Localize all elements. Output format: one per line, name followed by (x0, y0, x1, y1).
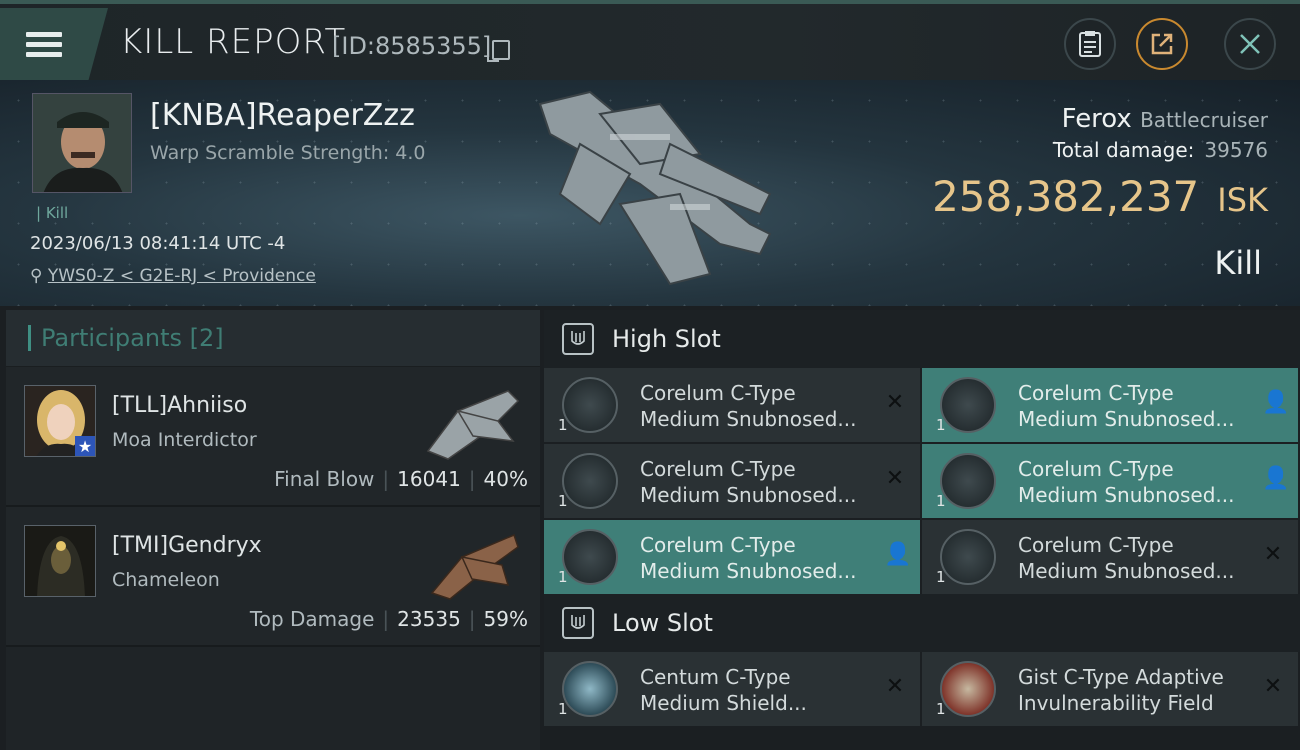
participant-row[interactable]: ★ [TLL]Ahniiso Moa Interdictor Final Blo… (6, 367, 540, 507)
x-icon: ✕ (1263, 542, 1283, 567)
module-slot[interactable]: 1 Corelum C-Type Medium Snubnosed... ✕ (922, 520, 1298, 594)
share-icon (1151, 33, 1173, 55)
module-slot[interactable]: 1 Corelum C-Type Medium Snubnosed... 👤 (544, 520, 920, 594)
victim-ship-image (538, 90, 772, 286)
module-icon (940, 453, 996, 509)
x-icon: ✕ (885, 466, 905, 491)
participant-ship: Chameleon (112, 569, 220, 591)
module-slot[interactable]: 1 Gist C-Type Adaptive Invulnerability Fi… (922, 652, 1298, 726)
result-label: Kill (1214, 244, 1262, 282)
module-quantity: 1 (936, 416, 946, 434)
module-quantity: 1 (558, 492, 568, 510)
module-name: Corelum C-Type Medium Snubnosed... (1018, 533, 1235, 583)
module-quantity: 1 (936, 568, 946, 586)
participant-ship: Moa Interdictor (112, 429, 257, 451)
high-slot-icon (562, 323, 594, 355)
close-icon (1240, 34, 1260, 54)
module-slot[interactable]: 1 Corelum C-Type Medium Snubnosed... ✕ (544, 444, 920, 518)
share-button[interactable] (1136, 18, 1188, 70)
module-slot[interactable]: 1 Corelum C-Type Medium Snubnosed... 👤 (922, 368, 1298, 442)
module-name: Centum C-Type Medium Shield... (640, 665, 807, 715)
participant-stats: Final Blow | 16041 | 40% (274, 467, 528, 491)
participant-stats: Top Damage | 23535 | 59% (249, 607, 528, 631)
close-button[interactable] (1224, 18, 1276, 70)
module-slot[interactable]: 1 Corelum C-Type Medium Snubnosed... 👤 (922, 444, 1298, 518)
x-icon: ✕ (885, 674, 905, 699)
fitting-panel: High Slot 1 Corelum C-Type Medium Snubnos… (544, 310, 1300, 750)
avatar[interactable]: ★ (24, 385, 96, 457)
participant-name: [TMI]Gendryx (112, 533, 262, 558)
module-name: Gist C-Type Adaptive Invulnerability Fiel… (1018, 665, 1224, 715)
page-title: KILL REPORT (120, 22, 347, 62)
kill-location[interactable]: ⚲ YWS0-Z < G2E-RJ < Providence (30, 266, 316, 286)
victim-portrait[interactable] (32, 93, 132, 193)
top-bar: KILL REPORT [ID:8585355] (0, 0, 1300, 80)
warp-scramble-strength: Warp Scramble Strength: 4.0 (150, 142, 426, 164)
module-slot[interactable]: 1 Centum C-Type Medium Shield... ✕ (544, 652, 920, 726)
person-icon: 👤 (1262, 466, 1290, 491)
module-quantity: 1 (936, 492, 946, 510)
module-quantity: 1 (558, 416, 568, 434)
high-slot-header: High Slot (544, 310, 1300, 368)
module-quantity: 1 (558, 568, 568, 586)
copy-icon[interactable] (487, 40, 510, 62)
shield-module-icon (562, 661, 618, 717)
module-icon (940, 377, 996, 433)
kill-datetime: 2023/06/13 08:41:14 UTC -4 (30, 233, 286, 254)
menu-button[interactable] (0, 8, 108, 80)
participant-ship-image (430, 533, 519, 600)
low-slot-header: Low Slot (544, 594, 1300, 652)
victim-ship: Ferox Battlecruiser (1061, 104, 1268, 134)
kill-tag: | Kill (36, 204, 69, 222)
module-name: Corelum C-Type Medium Snubnosed... (640, 457, 857, 507)
module-name: Corelum C-Type Medium Snubnosed... (1018, 381, 1235, 431)
total-damage: Total damage: 39576 (1052, 138, 1268, 162)
avatar[interactable] (24, 525, 96, 597)
report-id: [ID:8585355] (332, 32, 492, 60)
person-icon: 👤 (1262, 390, 1290, 415)
participant-ship-image (426, 390, 520, 460)
participant-row[interactable]: [TMI]Gendryx Chameleon Top Damage | 23535 |… (6, 507, 540, 647)
module-name: Corelum C-Type Medium Snubnosed... (1018, 457, 1235, 507)
participant-name: [TLL]Ahniiso (112, 393, 248, 418)
participants-panel: Participants [2] ★ [TLL]Ahniiso Moa Inte… (6, 310, 540, 750)
location-pin-icon: ⚲ (30, 266, 43, 286)
module-quantity: 1 (936, 700, 946, 718)
low-slot-icon (562, 607, 594, 639)
module-quantity: 1 (558, 700, 568, 718)
module-slot[interactable]: 1 Corelum C-Type Medium Snubnosed... ✕ (544, 368, 920, 442)
x-icon: ✕ (1263, 674, 1283, 699)
low-slot-grid: 1 Centum C-Type Medium Shield... ✕ 1 Gist… (544, 652, 1300, 726)
module-icon (562, 453, 618, 509)
svg-text:★: ★ (78, 437, 92, 456)
clipboard-icon (1079, 31, 1101, 57)
isk-value: 258,382,237 ISK (932, 172, 1268, 221)
person-icon: 👤 (884, 542, 912, 567)
module-name: Corelum C-Type Medium Snubnosed... (640, 533, 857, 583)
hamburger-icon (26, 27, 62, 62)
module-name: Corelum C-Type Medium Snubnosed... (640, 381, 857, 431)
module-icon (562, 529, 618, 585)
shield-module-icon (940, 661, 996, 717)
module-icon (940, 529, 996, 585)
victim-banner: [KNBA]ReaperZzz Warp Scramble Strength: … (0, 80, 1300, 306)
participants-header: Participants [2] (6, 310, 540, 367)
module-icon (562, 377, 618, 433)
victim-name: [KNBA]ReaperZzz (150, 98, 415, 133)
location-link[interactable]: YWS0-Z < G2E-RJ < Providence (48, 266, 316, 286)
x-icon: ✕ (885, 390, 905, 415)
high-slot-grid: 1 Corelum C-Type Medium Snubnosed... ✕ 1 … (544, 368, 1300, 594)
clipboard-button[interactable] (1064, 18, 1116, 70)
